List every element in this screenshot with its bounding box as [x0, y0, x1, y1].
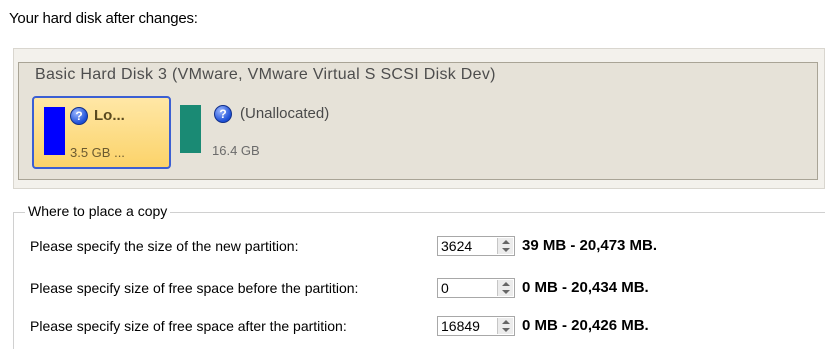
space-after-range: 0 MB - 20,426 MB.: [522, 317, 649, 334]
disk-title: Basic Hard Disk 3 (VMware, VMware Virtua…: [35, 66, 496, 83]
partition-size: 16.4 GB: [212, 143, 260, 158]
partition-size: 3.5 GB ...: [70, 145, 125, 160]
help-icon[interactable]: ?: [70, 107, 88, 125]
help-icon[interactable]: ?: [214, 105, 232, 123]
partition-unallocated[interactable]: ? (Unallocated) 16.4 GB: [174, 96, 394, 169]
partition-name: Lo...: [94, 107, 125, 124]
spinner-icon[interactable]: [497, 280, 513, 296]
new-partition-size-input[interactable]: 3624: [437, 236, 515, 256]
spinner-icon[interactable]: [497, 318, 513, 334]
space-before-input[interactable]: 0: [437, 278, 515, 298]
partition-color-bar: [180, 105, 201, 153]
space-before-range: 0 MB - 20,434 MB.: [522, 279, 649, 296]
partition-selected[interactable]: ? Lo... 3.5 GB ...: [32, 96, 171, 169]
partition-color-bar: [44, 107, 65, 155]
new-partition-size-label: Please specify the size of the new parti…: [30, 238, 299, 254]
placement-legend: Where to place a copy: [25, 203, 171, 219]
space-after-input[interactable]: 16849: [437, 316, 515, 336]
new-partition-size-range: 39 MB - 20,473 MB.: [522, 237, 658, 254]
partition-name: (Unallocated): [240, 105, 330, 122]
space-after-value: 16849: [441, 318, 480, 334]
spinner-icon[interactable]: [497, 238, 513, 254]
space-after-label: Please specify size of free space after …: [30, 318, 347, 334]
space-before-value: 0: [441, 280, 449, 296]
space-before-label: Please specify size of free space before…: [30, 280, 359, 296]
panel-title: Your hard disk after changes:: [9, 10, 198, 27]
new-partition-size-value: 3624: [441, 238, 473, 254]
